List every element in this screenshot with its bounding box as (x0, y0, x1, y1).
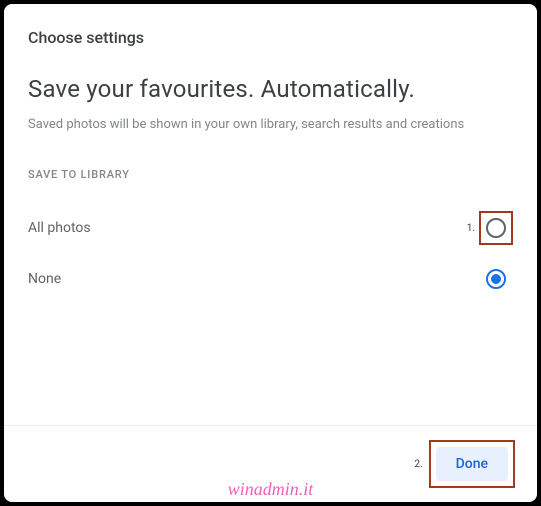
dialog-footer: 2. Done (4, 425, 537, 502)
dialog-title: Choose settings (28, 28, 513, 47)
radio-none[interactable] (486, 269, 506, 289)
radio-label: None (28, 271, 61, 287)
radio-label: All photos (28, 220, 91, 236)
radio-row-none[interactable]: None (28, 257, 513, 301)
dialog-body[interactable]: Save your favourites. Automatically. Sav… (4, 59, 537, 425)
annotation-2: 2. (414, 459, 422, 470)
highlight-box-1 (479, 211, 513, 245)
settings-dialog: Choose settings Save your favourites. Au… (4, 4, 537, 502)
headline: Save your favourites. Automatically. (28, 75, 513, 103)
done-button[interactable]: Done (436, 447, 508, 481)
radio-row-all-photos[interactable]: All photos 1. (28, 199, 513, 257)
highlight-box-2: Done (429, 440, 515, 488)
dialog-header: Choose settings (4, 4, 537, 59)
radio-all-photos[interactable] (486, 218, 506, 238)
section-label: SAVE TO LIBRARY (28, 168, 513, 181)
subtext: Saved photos will be shown in your own l… (28, 117, 513, 132)
annotation-1: 1. (467, 223, 475, 234)
